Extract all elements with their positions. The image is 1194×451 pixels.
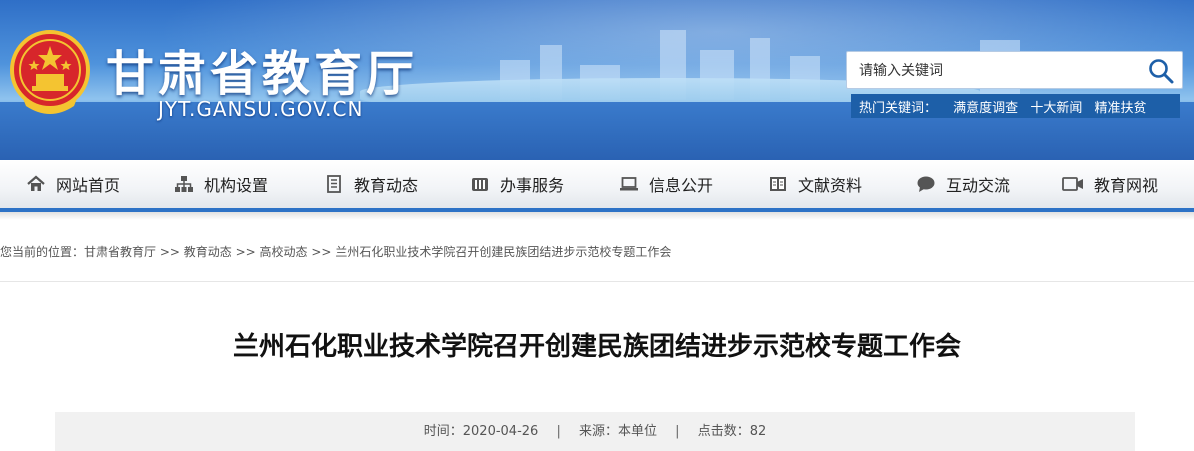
breadcrumb-separator: >> (307, 245, 336, 259)
laptop-icon (620, 177, 638, 191)
content-divider (0, 281, 1194, 282)
meta-clicks-label: 点击数： (697, 424, 750, 439)
meta-source-label: 来源： (578, 424, 618, 439)
org-chart-icon (175, 176, 193, 192)
header-banner: 甘肃省教育厅 JYT.GANSU.GOV.CN 热门关键词： 满意度调查 十大新… (0, 0, 1194, 160)
search-box (846, 51, 1183, 89)
breadcrumb-prefix: 您当前的位置： (0, 245, 85, 259)
nav-item-literature[interactable]: 文献资料 (768, 160, 862, 208)
nav-item-label: 教育网视 (1094, 176, 1159, 195)
nav-shadow (0, 212, 1194, 220)
nav-item-label: 教育动态 (354, 176, 419, 195)
hot-keyword-link[interactable]: 精准扶贫 (1094, 101, 1146, 116)
meta-time-value: 2020-04-26 (462, 424, 539, 439)
nav-item-label: 网站首页 (56, 176, 121, 195)
nav-item-label: 信息公开 (649, 176, 714, 195)
breadcrumb-link-university-news[interactable]: 高校动态 (260, 245, 308, 259)
site-title[interactable]: 甘肃省教育厅 (106, 34, 418, 104)
nav-item-info-disclosure[interactable]: 信息公开 (619, 160, 713, 208)
search-icon[interactable] (1146, 56, 1176, 86)
meta-clicks-value: 82 (749, 424, 767, 439)
nav-item-services[interactable]: 办事服务 (470, 160, 564, 208)
chat-icon (917, 176, 935, 192)
nav-item-label: 办事服务 (500, 176, 565, 195)
hot-keyword-link[interactable]: 满意度调查 (953, 101, 1018, 116)
breadcrumb-current-page[interactable]: 兰州石化职业技术学院召开创建民族团结进步示范校专题工作会 (335, 245, 671, 259)
hot-keyword-link[interactable]: 十大新闻 (1030, 101, 1082, 116)
breadcrumb-link-education-news[interactable]: 教育动态 (184, 245, 232, 259)
nav-item-organization[interactable]: 机构设置 (174, 160, 268, 208)
hot-keywords-bar: 热门关键词： 满意度调查 十大新闻 精准扶贫 (851, 94, 1180, 118)
meta-source-value: 本单位 (618, 424, 658, 439)
article-meta-bar: 时间：2020-04-26 | 来源：本单位 | 点击数：82 (55, 412, 1135, 451)
nav-item-label: 机构设置 (204, 176, 269, 195)
nav-item-label: 文献资料 (798, 176, 863, 195)
breadcrumb-separator: >> (156, 245, 184, 259)
meta-time-label: 时间： (423, 424, 463, 439)
search-input[interactable] (857, 60, 1131, 82)
site-domain: JYT.GANSU.GOV.CN (158, 97, 364, 121)
breadcrumb: 您当前的位置：甘肃省教育厅 >> 教育动态 >> 高校动态 >> 兰州石化职业技… (0, 243, 671, 260)
breadcrumb-link-home[interactable]: 甘肃省教育厅 (84, 245, 156, 259)
meta-separator: | (556, 424, 561, 439)
meta-separator: | (675, 424, 680, 439)
article-title: 兰州石化职业技术学院召开创建民族团结进步示范校专题工作会 (232, 332, 961, 362)
national-emblem-icon (10, 30, 90, 114)
folder-icon (472, 178, 488, 191)
nav-item-education-video[interactable]: 教育网视 (1062, 160, 1158, 208)
document-icon (327, 175, 341, 193)
breadcrumb-separator: >> (231, 245, 260, 259)
book-icon (770, 177, 786, 191)
video-icon (1062, 177, 1083, 191)
nav-item-interaction[interactable]: 互动交流 (916, 160, 1010, 208)
hot-keywords-label: 热门关键词： (859, 101, 938, 116)
nav-item-label: 互动交流 (946, 176, 1011, 195)
nav-item-education-news[interactable]: 教育动态 (324, 160, 418, 208)
home-icon (27, 175, 45, 191)
main-nav: 网站首页 机构设置 教育动态 办事服务 信息公开 文献资料 互动交流 教育网视 (0, 160, 1194, 212)
nav-item-home[interactable]: 网站首页 (26, 160, 120, 208)
